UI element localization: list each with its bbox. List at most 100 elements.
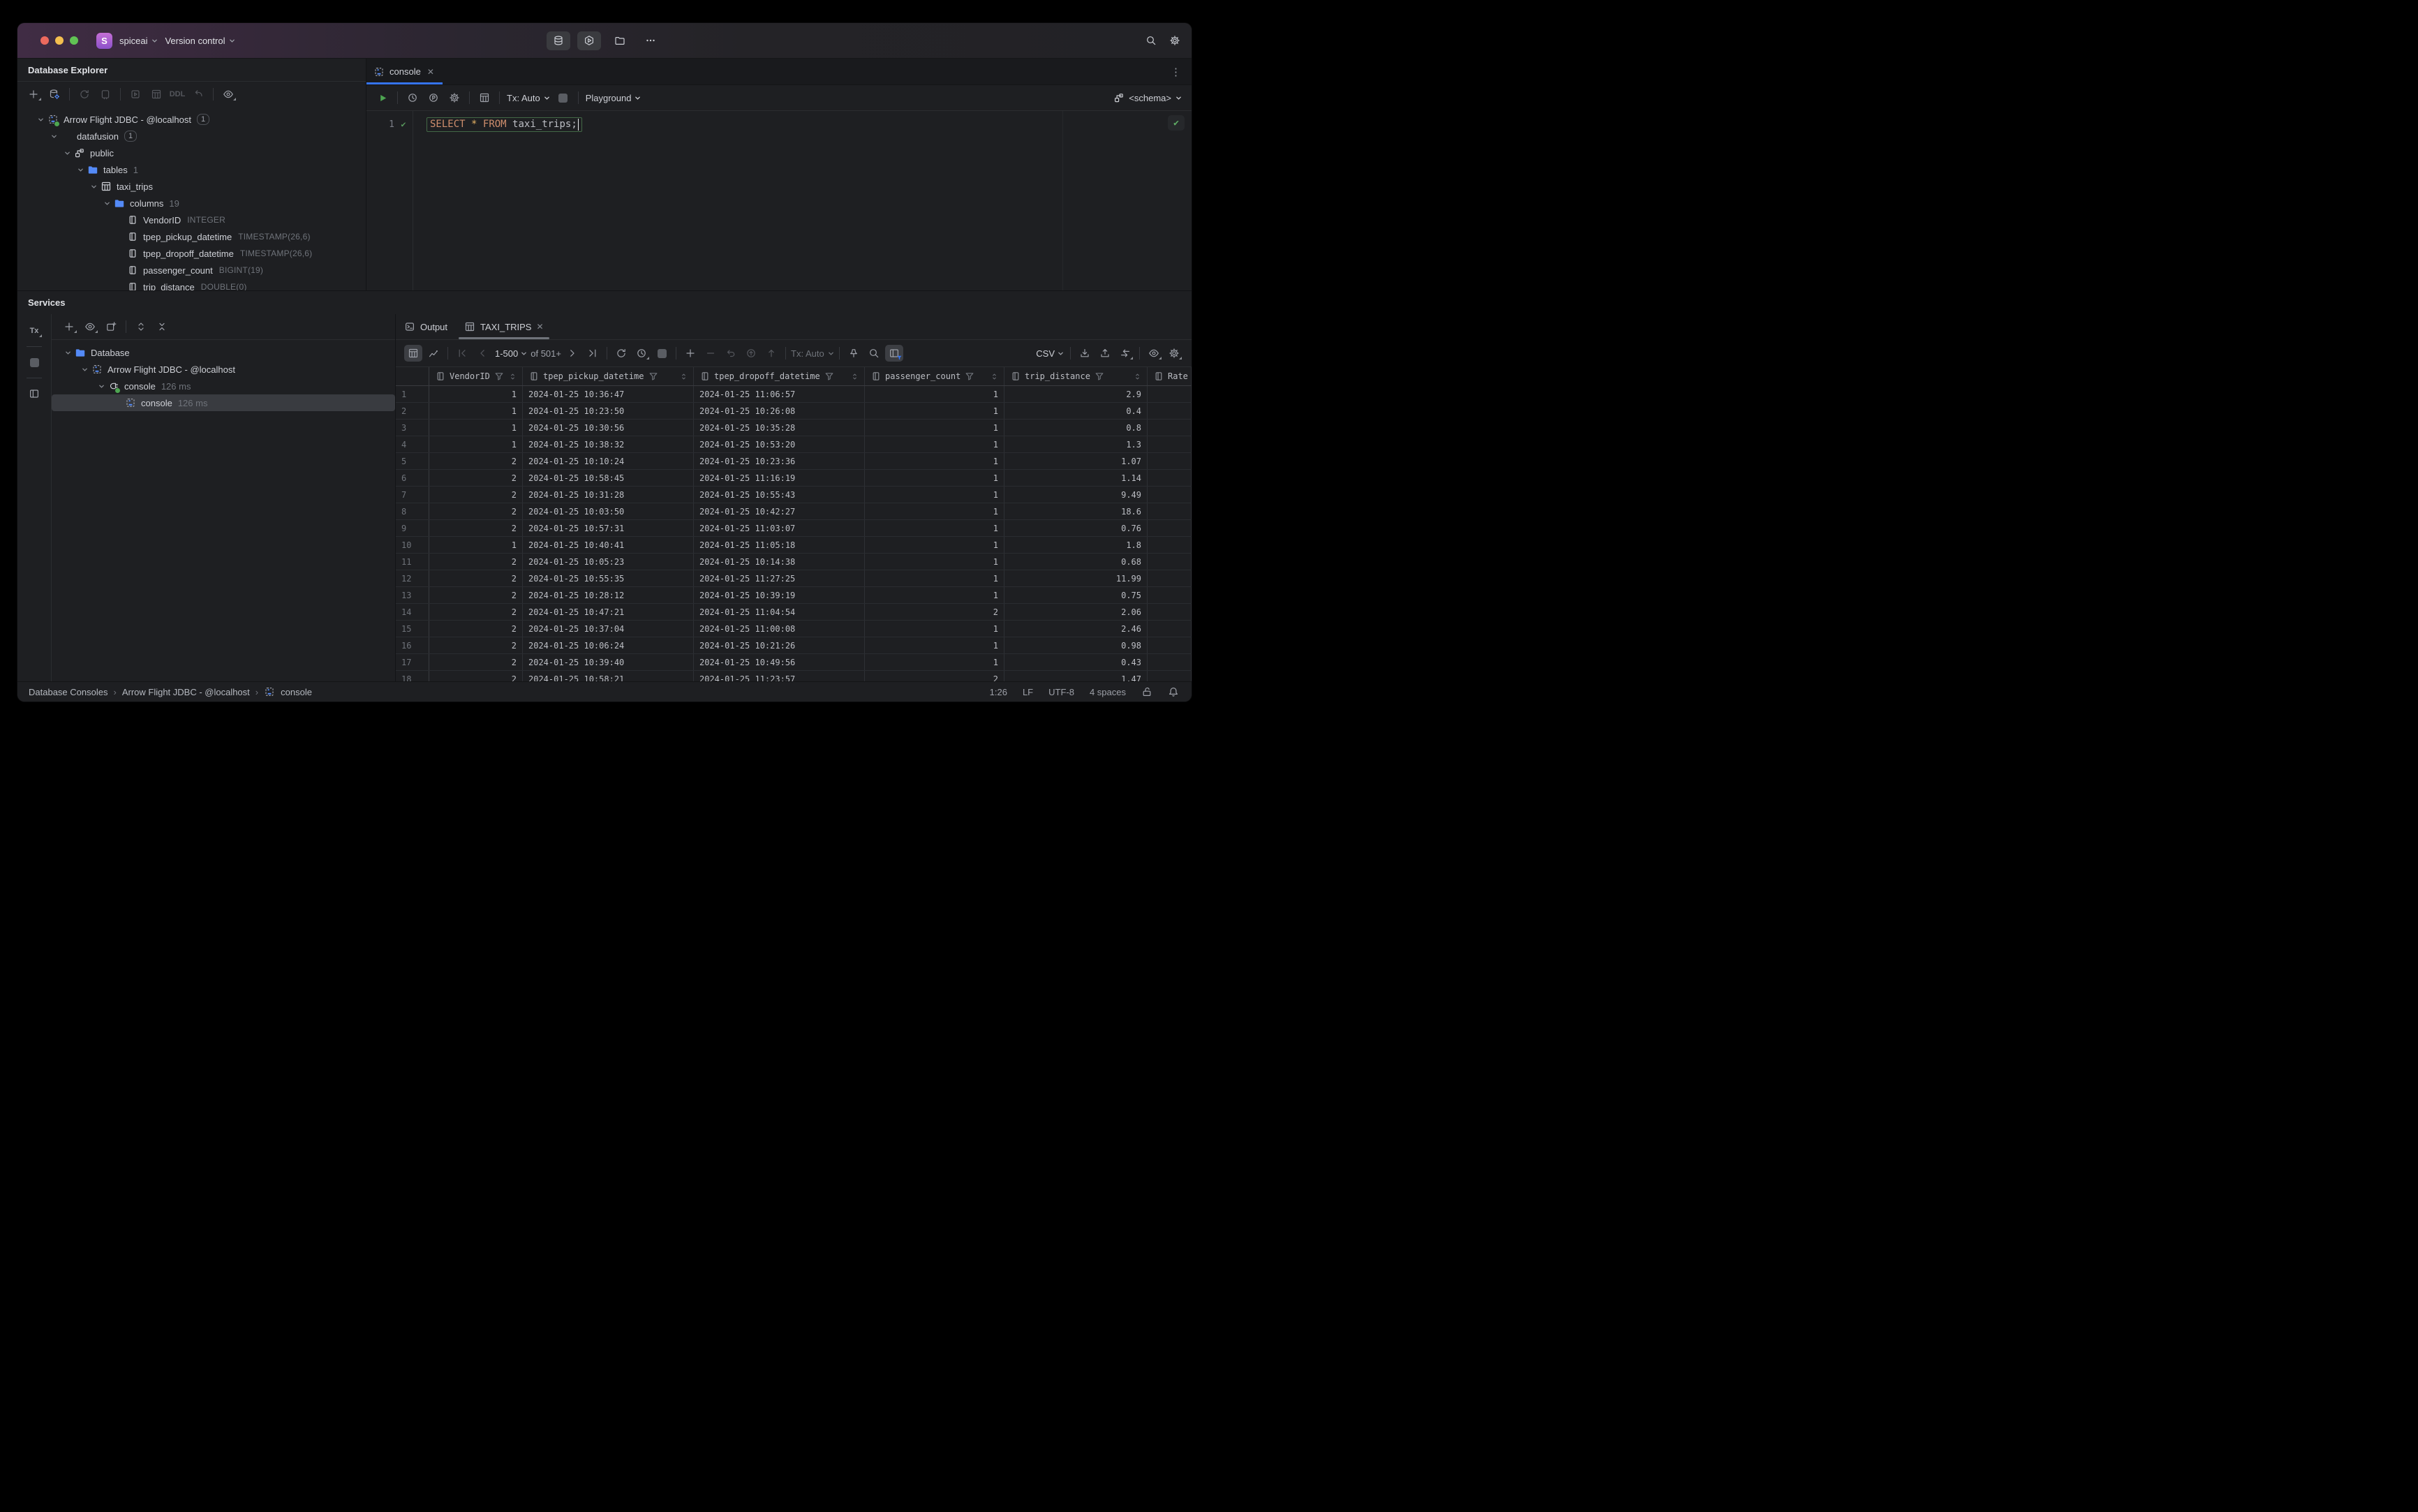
stop-process-button[interactable]: [25, 354, 43, 371]
grid-cell[interactable]: [1148, 570, 1192, 586]
execute-button[interactable]: [373, 89, 392, 106]
grid-cell[interactable]: 2: [429, 520, 523, 536]
grid-cell[interactable]: 2024-01-25 10:55:43: [694, 487, 865, 503]
grid-cell[interactable]: 2: [429, 554, 523, 570]
grid-cell[interactable]: [1148, 587, 1192, 603]
grid-cell[interactable]: 2024-01-25 10:03:50: [523, 503, 694, 519]
add-service-button[interactable]: [60, 318, 78, 335]
grid-cell[interactable]: 2.9: [1004, 386, 1148, 402]
grid-cell[interactable]: 1: [865, 570, 1004, 586]
grid-row[interactable]: 17 2 2024-01-25 10:39:40 2024-01-25 10:49:5…: [396, 654, 1192, 671]
filter-row-button[interactable]: [884, 345, 903, 362]
open-in-new-tab-button[interactable]: [102, 318, 120, 335]
grid-cell[interactable]: 2024-01-25 10:37:04: [523, 621, 694, 637]
sort-icon[interactable]: [991, 372, 998, 381]
inspections-ok-check-icon[interactable]: ✔: [1168, 115, 1185, 131]
parameters-button[interactable]: [424, 89, 443, 106]
grid-cell[interactable]: 2: [429, 671, 523, 682]
page-range-select[interactable]: 1-500: [495, 348, 527, 359]
column-header-rate[interactable]: Rate: [1148, 367, 1192, 385]
grid-cell[interactable]: [1148, 487, 1192, 503]
grid-row[interactable]: 14 2 2024-01-25 10:47:21 2024-01-25 11:04:5…: [396, 604, 1192, 621]
grid-cell[interactable]: 2: [429, 621, 523, 637]
grid-cell[interactable]: 2024-01-25 10:05:23: [523, 554, 694, 570]
grid-cell[interactable]: [1148, 671, 1192, 682]
grid-cell[interactable]: 1: [429, 403, 523, 419]
grid-cell[interactable]: 1: [429, 436, 523, 452]
export-button[interactable]: [1096, 345, 1114, 362]
playground-select[interactable]: Playground: [586, 93, 641, 103]
sort-icon[interactable]: [851, 372, 859, 381]
close-tab-icon[interactable]: ✕: [536, 322, 543, 332]
table-view-button[interactable]: [404, 345, 422, 362]
grid-cell[interactable]: [1148, 436, 1192, 452]
tree-item-datafusion[interactable]: datafusion 1: [17, 128, 366, 144]
last-page-button[interactable]: [584, 345, 602, 362]
file-encoding[interactable]: UTF-8: [1048, 687, 1074, 697]
grid-cell[interactable]: 1: [865, 420, 1004, 436]
grid-cell[interactable]: [1148, 420, 1192, 436]
tab-output[interactable]: Output: [396, 314, 456, 339]
revert-changes-button[interactable]: [722, 345, 740, 362]
filter-funnel-icon[interactable]: [964, 371, 975, 382]
reload-page-button[interactable]: [612, 345, 630, 362]
grid-cell[interactable]: 2: [429, 604, 523, 620]
console-settings-button[interactable]: [445, 89, 463, 106]
column-header-trip_distance[interactable]: trip_distance: [1004, 367, 1148, 385]
grid-cell[interactable]: 2024-01-25 10:53:20: [694, 436, 865, 452]
grid-cell[interactable]: [1148, 386, 1192, 402]
grid-cell[interactable]: 2024-01-25 10:36:47: [523, 386, 694, 402]
grid-cell[interactable]: 2: [429, 503, 523, 519]
view-options-button[interactable]: [219, 86, 237, 103]
grid-settings-button[interactable]: [1165, 345, 1183, 362]
next-page-button[interactable]: [563, 345, 581, 362]
grid-cell[interactable]: 1: [865, 654, 1004, 670]
grid-cell[interactable]: 2024-01-25 11:23:57: [694, 671, 865, 682]
grid-cell[interactable]: 9.49: [1004, 487, 1148, 503]
close-window-button[interactable]: [40, 36, 49, 45]
grid-cell[interactable]: 1: [865, 621, 1004, 637]
grid-row[interactable]: 8 2 2024-01-25 10:03:50 2024-01-25 10:42:27…: [396, 503, 1192, 520]
tree-item-console[interactable]: console 126 ms: [52, 394, 395, 411]
grid-cell[interactable]: 1: [865, 470, 1004, 486]
breadcrumb-item[interactable]: console: [281, 687, 312, 697]
filter-funnel-icon[interactable]: [824, 371, 835, 382]
grid-row[interactable]: 13 2 2024-01-25 10:28:12 2024-01-25 10:39:1…: [396, 587, 1192, 604]
tree-item-arrow-flight-jdbc-localhost[interactable]: Arrow Flight JDBC - @localhost: [52, 361, 395, 378]
grid-cell[interactable]: 2024-01-25 11:00:08: [694, 621, 865, 637]
column-header-tpep_pickup_datetime[interactable]: tpep_pickup_datetime: [523, 367, 694, 385]
grid-cell[interactable]: 2024-01-25 10:39:19: [694, 587, 865, 603]
run-profile-button[interactable]: [577, 31, 601, 50]
grid-cell[interactable]: 1.8: [1004, 537, 1148, 553]
grid-cell[interactable]: 1: [865, 637, 1004, 653]
grid-cell[interactable]: 2024-01-25 10:58:21: [523, 671, 694, 682]
tab-console[interactable]: console ✕: [366, 59, 443, 84]
refresh-button[interactable]: [75, 86, 94, 103]
grid-cell[interactable]: 1: [429, 420, 523, 436]
grid-cell[interactable]: 1.14: [1004, 470, 1148, 486]
filter-funnel-icon[interactable]: [494, 371, 505, 382]
navigate-to-ddl-button[interactable]: [189, 86, 207, 103]
grid-cell[interactable]: [1148, 604, 1192, 620]
chart-view-button[interactable]: [424, 345, 443, 362]
grid-cell[interactable]: 2.46: [1004, 621, 1148, 637]
export-format-select[interactable]: CSV: [1036, 348, 1064, 359]
tree-item-tpep-pickup-datetime[interactable]: tpep_pickup_datetime TIMESTAMP(26,6): [17, 228, 366, 245]
column-header-vendorid[interactable]: VendorID: [429, 367, 523, 385]
grid-cell[interactable]: [1148, 403, 1192, 419]
jump-to-console-button[interactable]: [126, 86, 144, 103]
grid-row[interactable]: 7 2 2024-01-25 10:31:28 2024-01-25 10:55:43…: [396, 487, 1192, 503]
grid-cell[interactable]: 1: [865, 403, 1004, 419]
grid-view-options-button[interactable]: [1145, 345, 1163, 362]
grid-cell[interactable]: 0.76: [1004, 520, 1148, 536]
import-button[interactable]: [1076, 345, 1094, 362]
grid-row[interactable]: 2 1 2024-01-25 10:23:50 2024-01-25 10:26:08…: [396, 403, 1192, 420]
grid-cell[interactable]: 0.4: [1004, 403, 1148, 419]
grid-cell[interactable]: 1: [865, 453, 1004, 469]
grid-row[interactable]: 9 2 2024-01-25 10:57:31 2024-01-25 11:03:07…: [396, 520, 1192, 537]
grid-cell[interactable]: 0.75: [1004, 587, 1148, 603]
database-tool-button[interactable]: [547, 31, 570, 50]
auto-refresh-button[interactable]: [632, 345, 651, 362]
grid-cell[interactable]: 2024-01-25 10:26:08: [694, 403, 865, 419]
tree-item-vendorid[interactable]: VendorID INTEGER: [17, 212, 366, 228]
